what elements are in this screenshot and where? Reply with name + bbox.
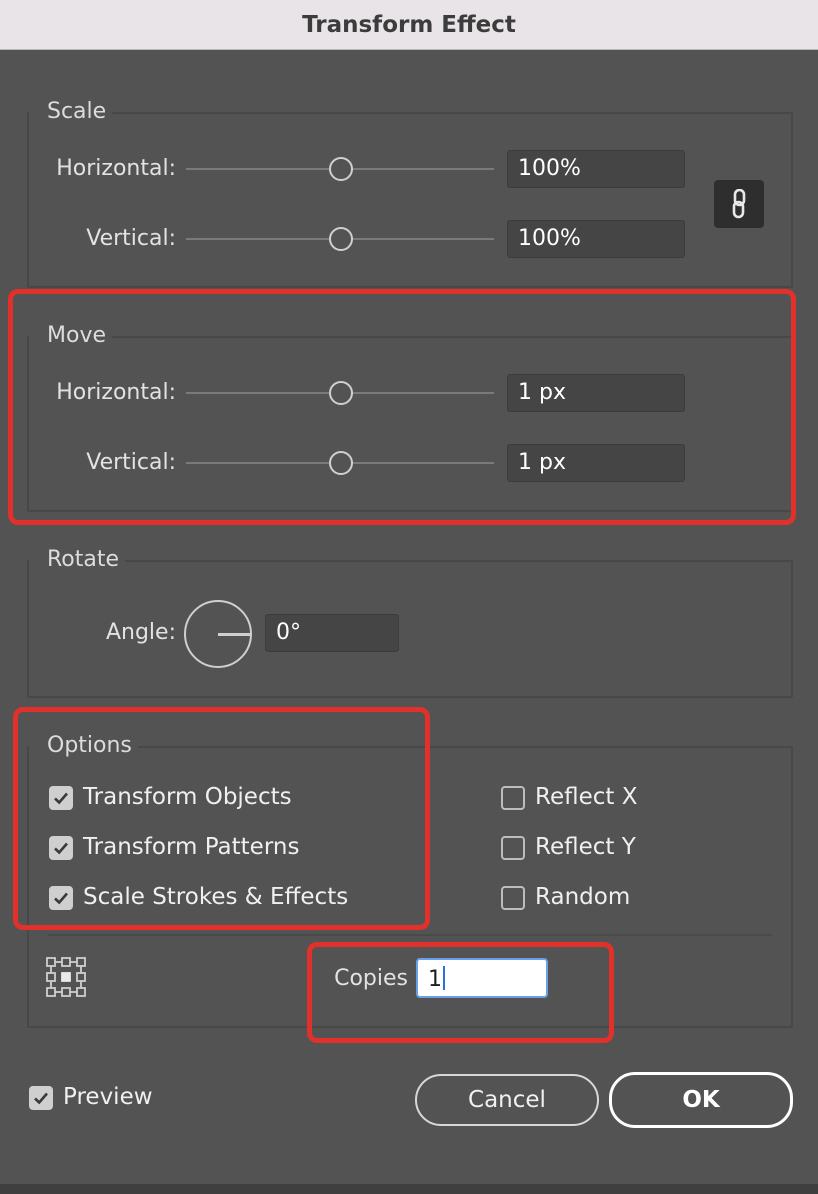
reflect-x-checkbox[interactable] bbox=[501, 786, 525, 810]
random-checkbox[interactable] bbox=[501, 886, 525, 910]
ok-button[interactable]: OK bbox=[609, 1072, 793, 1128]
constrain-proportions-button[interactable] bbox=[714, 180, 764, 228]
angle-label: Angle: bbox=[105, 620, 176, 645]
scale-vertical-slider-thumb[interactable] bbox=[329, 227, 353, 251]
checkmark-icon bbox=[54, 892, 68, 905]
scale-strokes-label[interactable]: Scale Strokes & Effects bbox=[83, 884, 348, 910]
copies-label: Copies bbox=[334, 966, 408, 991]
move-vertical-label: Vertical: bbox=[86, 450, 176, 475]
scale-strokes-checkbox[interactable] bbox=[49, 886, 73, 910]
options-divider bbox=[48, 934, 772, 936]
scale-horizontal-input[interactable]: 100% bbox=[507, 150, 685, 188]
move-vertical-input[interactable]: 1 px bbox=[507, 444, 685, 482]
options-group-label: Options bbox=[29, 733, 138, 758]
angle-dial-needle bbox=[218, 633, 252, 636]
dialog-title: Transform Effect bbox=[302, 11, 516, 38]
angle-dial[interactable] bbox=[184, 600, 252, 668]
move-group bbox=[27, 336, 793, 512]
reflect-y-checkbox[interactable] bbox=[501, 836, 525, 860]
reflect-x-label[interactable]: Reflect X bbox=[535, 784, 637, 810]
link-icon bbox=[732, 189, 746, 219]
transform-effect-dialog: Transform Effect Scale Horizontal: 100% … bbox=[0, 0, 818, 1194]
angle-input[interactable]: 0° bbox=[265, 614, 399, 652]
reference-point-icon[interactable] bbox=[46, 957, 86, 997]
transform-patterns-checkbox[interactable] bbox=[49, 836, 73, 860]
checkmark-icon bbox=[54, 792, 68, 805]
transform-patterns-label[interactable]: Transform Patterns bbox=[83, 834, 299, 860]
scale-vertical-label: Vertical: bbox=[86, 226, 176, 251]
rotate-group-label: Rotate bbox=[29, 547, 126, 572]
checkmark-icon bbox=[54, 842, 68, 855]
scale-group bbox=[27, 112, 793, 288]
transform-objects-label[interactable]: Transform Objects bbox=[83, 784, 292, 810]
move-horizontal-slider-thumb[interactable] bbox=[329, 381, 353, 405]
copies-value: 1 bbox=[428, 967, 442, 992]
title-bar: Transform Effect bbox=[0, 0, 818, 50]
scale-horizontal-slider-thumb[interactable] bbox=[329, 157, 353, 181]
bottom-edge bbox=[0, 1184, 818, 1194]
reflect-y-label[interactable]: Reflect Y bbox=[535, 834, 636, 860]
checkmark-icon bbox=[34, 1092, 48, 1105]
move-horizontal-input[interactable]: 1 px bbox=[507, 374, 685, 412]
random-label[interactable]: Random bbox=[535, 884, 630, 910]
scale-vertical-input[interactable]: 100% bbox=[507, 220, 685, 258]
scale-horizontal-label: Horizontal: bbox=[56, 156, 176, 181]
move-group-label: Move bbox=[29, 323, 112, 348]
preview-label[interactable]: Preview bbox=[63, 1084, 153, 1110]
cancel-button[interactable]: Cancel bbox=[415, 1074, 599, 1126]
scale-group-label: Scale bbox=[29, 99, 113, 124]
move-horizontal-label: Horizontal: bbox=[56, 380, 176, 405]
move-vertical-slider-thumb[interactable] bbox=[329, 451, 353, 475]
text-caret bbox=[443, 966, 445, 990]
transform-objects-checkbox[interactable] bbox=[49, 786, 73, 810]
preview-checkbox[interactable] bbox=[29, 1086, 53, 1110]
copies-input[interactable]: 1 bbox=[416, 958, 548, 998]
